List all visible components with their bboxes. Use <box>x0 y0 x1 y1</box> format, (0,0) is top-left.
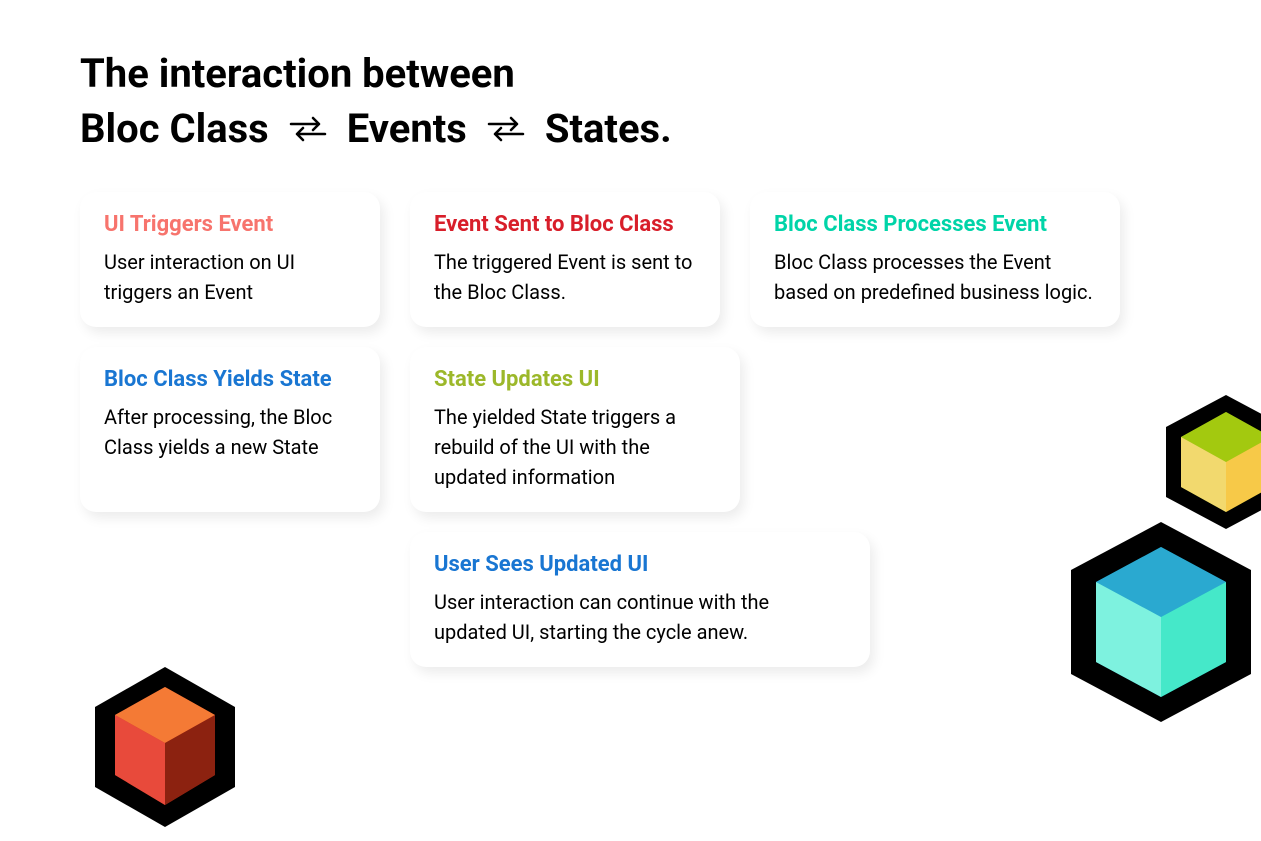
swap-arrows-icon <box>487 114 525 144</box>
card-title: State Updates UI <box>434 367 716 392</box>
card-body: User interaction on UI triggers an Event <box>104 247 356 307</box>
card-title: Bloc Class Processes Event <box>774 212 1096 237</box>
title-section: The interaction between Bloc Class Event… <box>0 0 1261 182</box>
card-row-3: User Sees Updated UI User interaction ca… <box>80 532 1181 667</box>
title-part-events: Events <box>347 105 467 152</box>
card-row-1: UI Triggers Event User interaction on UI… <box>80 192 1181 327</box>
title-line2: Bloc Class Events States. <box>80 105 1181 152</box>
swap-arrows-icon <box>289 114 327 144</box>
card-bloc-processes-event: Bloc Class Processes Event Bloc Class pr… <box>750 192 1120 327</box>
card-title: UI Triggers Event <box>104 212 356 237</box>
card-body: Bloc Class processes the Event based on … <box>774 247 1096 307</box>
card-bloc-yields-state: Bloc Class Yields State After processing… <box>80 347 380 512</box>
decorative-cube-icon <box>1051 512 1261 736</box>
card-body: User interaction can continue with the u… <box>434 587 846 647</box>
decorative-cube-icon <box>1151 387 1261 541</box>
card-title: Event Sent to Bloc Class <box>434 212 696 237</box>
title-part-bloc-class: Bloc Class <box>80 105 269 152</box>
card-row-2: Bloc Class Yields State After processing… <box>80 347 1181 512</box>
title-part-states: States. <box>545 105 672 152</box>
card-state-updates-ui: State Updates UI The yielded State trigg… <box>410 347 740 512</box>
card-user-sees-updated-ui: User Sees Updated UI User interaction ca… <box>410 532 870 667</box>
card-body: The triggered Event is sent to the Bloc … <box>434 247 696 307</box>
card-body: The yielded State triggers a rebuild of … <box>434 402 716 492</box>
card-ui-triggers-event: UI Triggers Event User interaction on UI… <box>80 192 380 327</box>
card-title: Bloc Class Yields State <box>104 367 356 392</box>
card-body: After processing, the Bloc Class yields … <box>104 402 356 462</box>
title-line1: The interaction between <box>80 50 1181 97</box>
card-event-sent-to-bloc: Event Sent to Bloc Class The triggered E… <box>410 192 720 327</box>
card-title: User Sees Updated UI <box>434 552 846 577</box>
decorative-cube-icon <box>75 657 255 841</box>
